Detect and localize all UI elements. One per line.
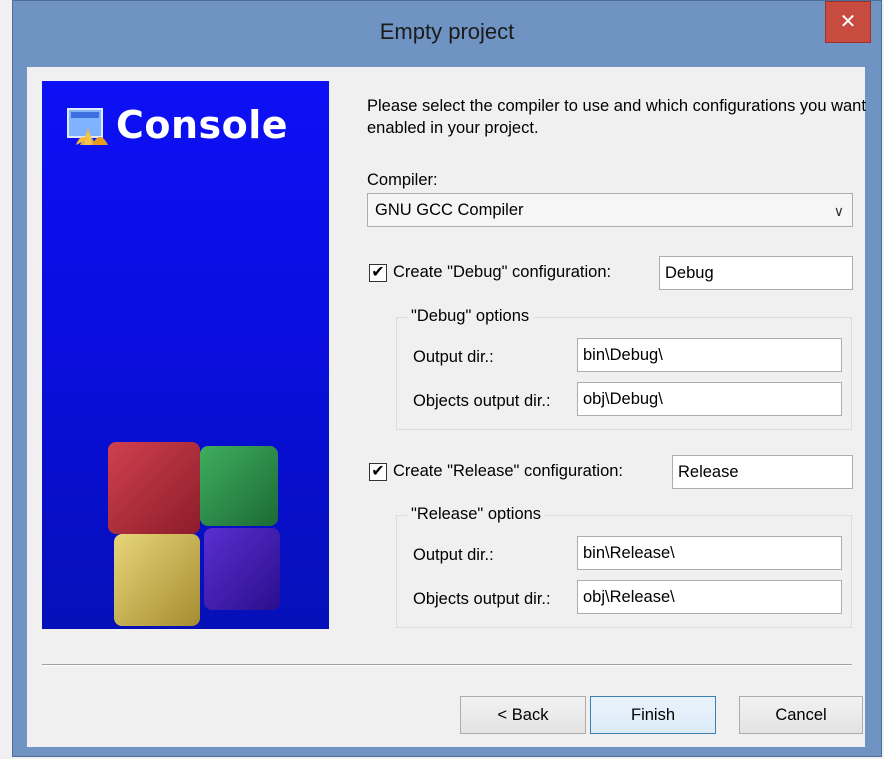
back-button[interactable]: < Back <box>460 696 586 734</box>
finish-button[interactable]: Finish <box>590 696 716 734</box>
window-title: Empty project <box>379 19 515 44</box>
footer-separator <box>42 664 852 666</box>
cancel-button[interactable]: Cancel <box>739 696 863 734</box>
compiler-selected-value: GNU GCC Compiler <box>375 201 524 219</box>
console-app-icon <box>67 108 108 145</box>
banner-title: Console <box>116 103 289 147</box>
dialog-client-area: Console Please select the compiler to us… <box>27 67 866 747</box>
compiler-label: Compiler: <box>367 171 438 189</box>
chevron-down-icon: ∨ <box>833 203 844 219</box>
codeblocks-cubes-logo <box>108 442 280 626</box>
debug-output-dir-label: Output dir.: <box>413 348 494 366</box>
release-output-dir-input[interactable]: bin\Release\ <box>577 536 842 570</box>
checkmark-icon: ✔ <box>371 264 385 281</box>
debug-objects-dir-label: Objects output dir.: <box>413 392 551 410</box>
release-config-label: Create "Release" configuration: <box>393 462 624 480</box>
release-objects-dir-label: Objects output dir.: <box>413 590 551 608</box>
title-bar[interactable]: Empty project ✕ <box>13 1 881 69</box>
close-icon: ✕ <box>839 11 857 33</box>
debug-options-title: "Debug" options <box>407 307 534 326</box>
wizard-banner: Console <box>42 81 329 629</box>
release-options-title: "Release" options <box>407 505 546 524</box>
release-options-group: "Release" options Output dir.: bin\Relea… <box>396 505 852 628</box>
debug-name-input[interactable]: Debug <box>659 256 853 290</box>
intro-text: Please select the compiler to use and wh… <box>367 97 866 137</box>
release-name-input[interactable]: Release <box>672 455 853 489</box>
compiler-select[interactable]: GNU GCC Compiler ∨ <box>367 193 853 227</box>
release-output-dir-label: Output dir.: <box>413 546 494 564</box>
debug-config-checkbox[interactable]: ✔ <box>369 264 387 282</box>
debug-objects-dir-input[interactable]: obj\Debug\ <box>577 382 842 416</box>
debug-config-label: Create "Debug" configuration: <box>393 263 612 281</box>
release-objects-dir-input[interactable]: obj\Release\ <box>577 580 842 614</box>
debug-options-group: "Debug" options Output dir.: bin\Debug\ … <box>396 307 852 430</box>
checkmark-icon: ✔ <box>371 463 385 480</box>
close-button[interactable]: ✕ <box>825 1 871 43</box>
release-config-checkbox[interactable]: ✔ <box>369 463 387 481</box>
debug-output-dir-input[interactable]: bin\Debug\ <box>577 338 842 372</box>
dialog-window: Empty project ✕ Console Please select th… <box>12 0 882 757</box>
